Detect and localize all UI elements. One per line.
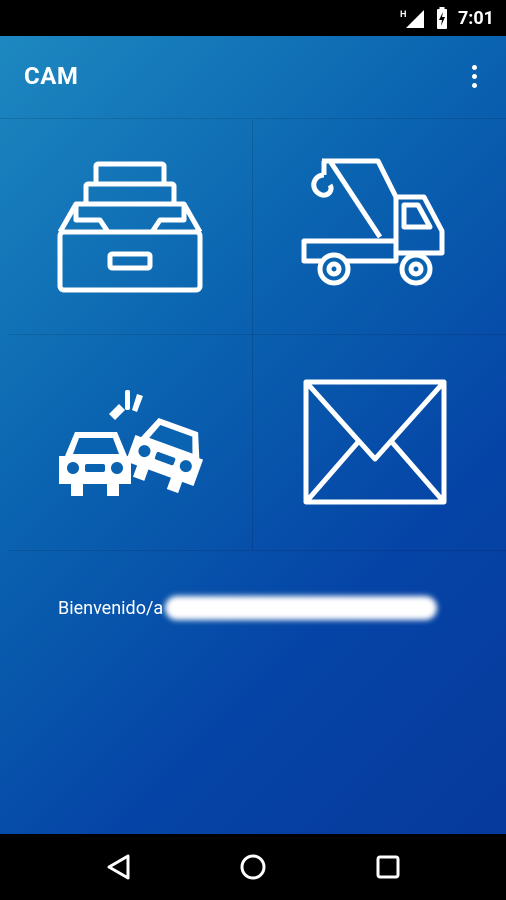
welcome-message: Bienvenido/a [58,596,438,620]
divider [0,118,506,119]
back-icon [107,854,130,880]
redacted-username [165,596,438,620]
home-button[interactable] [223,842,283,892]
svg-text:H: H [400,9,407,19]
battery-charging-icon [436,7,447,29]
home-icon [240,854,266,880]
recents-icon [376,855,400,879]
clock: 7:01 [457,7,494,29]
car-crash-icon [59,390,204,496]
overflow-menu-icon[interactable] [464,61,484,91]
welcome-prefix: Bienvenido/a [58,597,164,619]
menu-grid [8,120,506,552]
tile-car-crash[interactable] [8,335,252,549]
status-bar: H 7:01 [0,0,506,36]
main-screen: CAM Bienvenido/a [0,36,506,834]
tile-envelope[interactable] [253,335,497,549]
recents-button[interactable] [358,842,418,892]
grid-divider-bottom [8,550,506,551]
tile-file-drawer[interactable] [8,120,252,334]
app-title: CAM [24,62,79,90]
file-drawer-icon [57,161,203,293]
signal-icon: H [400,9,424,28]
envelope-icon [303,379,447,505]
status-icons: H [400,7,448,29]
tile-tow-truck[interactable] [253,120,497,334]
back-button[interactable] [88,842,148,892]
tow-truck-icon [301,158,445,286]
navigation-bar [0,834,506,900]
app-bar: CAM [0,36,506,116]
